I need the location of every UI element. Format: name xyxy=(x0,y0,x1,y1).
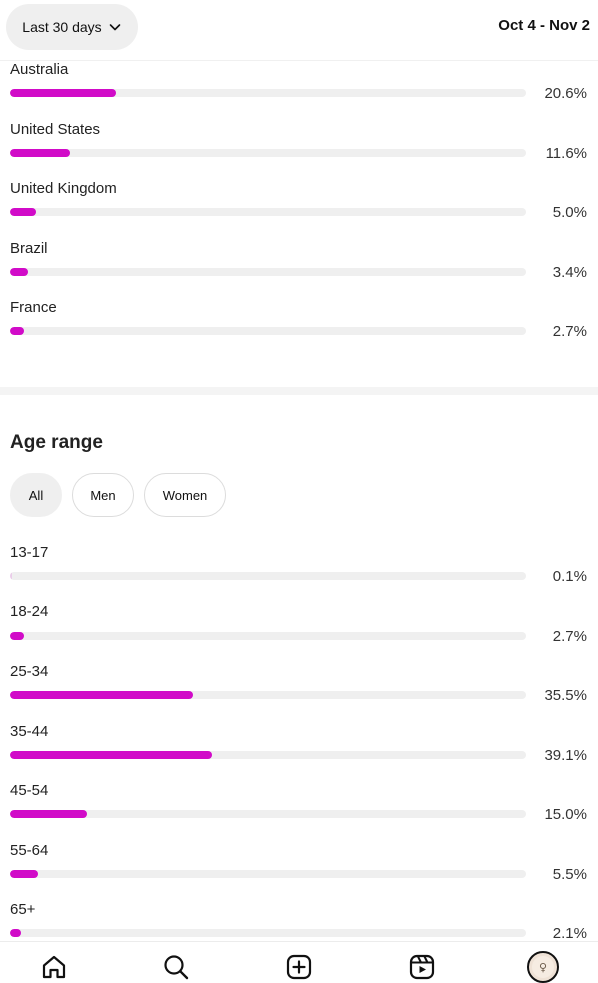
date-period-label: Last 30 days xyxy=(22,19,102,35)
country-bar xyxy=(10,149,70,157)
age-percent: 15.0% xyxy=(544,806,587,823)
age-bar-track xyxy=(10,870,526,878)
create-button[interactable] xyxy=(284,952,314,982)
age-percent: 0.1% xyxy=(552,568,587,585)
age-label: 55-64 xyxy=(10,842,49,859)
filter-all-chip[interactable]: All xyxy=(10,473,62,517)
age-label: 45-54 xyxy=(10,782,49,799)
country-bar-track xyxy=(10,208,526,216)
age-label: 25-34 xyxy=(10,663,49,680)
country-percent: 2.7% xyxy=(552,323,587,340)
home-icon xyxy=(42,955,66,979)
bottom-navigation: ♀ xyxy=(0,941,598,983)
search-button[interactable] xyxy=(161,952,191,982)
age-bar xyxy=(10,691,193,699)
section-divider xyxy=(0,387,598,395)
age-percent: 2.7% xyxy=(552,628,587,645)
search-icon xyxy=(164,955,189,980)
country-bar-track xyxy=(10,149,526,157)
filter-all-label: All xyxy=(28,487,44,503)
age-percent: 35.5% xyxy=(544,687,587,704)
age-bar-track xyxy=(10,632,526,640)
country-bar-track xyxy=(10,327,526,335)
country-percent: 11.6% xyxy=(545,145,587,162)
age-bar xyxy=(10,870,38,878)
age-bar-track xyxy=(10,572,526,580)
filter-men-chip[interactable]: Men xyxy=(72,473,134,517)
create-icon xyxy=(286,954,312,980)
country-bar xyxy=(10,208,36,216)
country-label: Brazil xyxy=(10,240,48,257)
country-bar xyxy=(10,327,24,335)
chevron-down-icon xyxy=(109,24,120,31)
country-percent: 20.6% xyxy=(544,85,587,102)
filter-men-label: Men xyxy=(90,487,116,503)
age-percent: 2.1% xyxy=(552,925,587,942)
age-percent: 5.5% xyxy=(552,866,587,883)
top-bar: Last 30 days Oct 4 - Nov 2 xyxy=(0,0,598,60)
country-percent: 3.4% xyxy=(552,264,587,281)
age-bar-track xyxy=(10,691,526,699)
age-label: 18-24 xyxy=(10,603,49,620)
age-range-title: Age range xyxy=(10,432,103,453)
date-range: Oct 4 - Nov 2 xyxy=(498,17,590,34)
country-label: United Kingdom xyxy=(10,180,117,197)
country-percent: 5.0% xyxy=(552,204,587,221)
age-bar xyxy=(10,929,21,937)
age-label: 65+ xyxy=(10,901,36,918)
age-label: 35-44 xyxy=(10,723,49,740)
age-bar xyxy=(10,632,24,640)
country-bar-track xyxy=(10,268,526,276)
filter-women-chip[interactable]: Women xyxy=(144,473,226,517)
date-period-dropdown[interactable]: Last 30 days xyxy=(6,4,138,50)
profile-avatar[interactable]: ♀ xyxy=(527,951,559,983)
filter-women-label: Women xyxy=(162,487,208,503)
home-button[interactable] xyxy=(39,952,69,982)
age-percent: 39.1% xyxy=(544,747,587,764)
country-label: United States xyxy=(10,121,101,138)
age-bar-track xyxy=(10,929,526,937)
age-bar xyxy=(10,751,212,759)
age-label: 13-17 xyxy=(10,544,49,561)
age-bar-track xyxy=(10,810,526,818)
avatar-image: ♀ xyxy=(532,956,554,978)
country-bar xyxy=(10,89,116,97)
reels-button[interactable] xyxy=(407,952,437,982)
country-bar-track xyxy=(10,89,526,97)
country-bar xyxy=(10,268,28,276)
country-label: France xyxy=(10,299,57,316)
country-label: Australia xyxy=(10,61,69,78)
age-bar xyxy=(10,572,12,580)
reels-icon xyxy=(409,954,435,980)
age-bar xyxy=(10,810,87,818)
age-bar-track xyxy=(10,751,526,759)
